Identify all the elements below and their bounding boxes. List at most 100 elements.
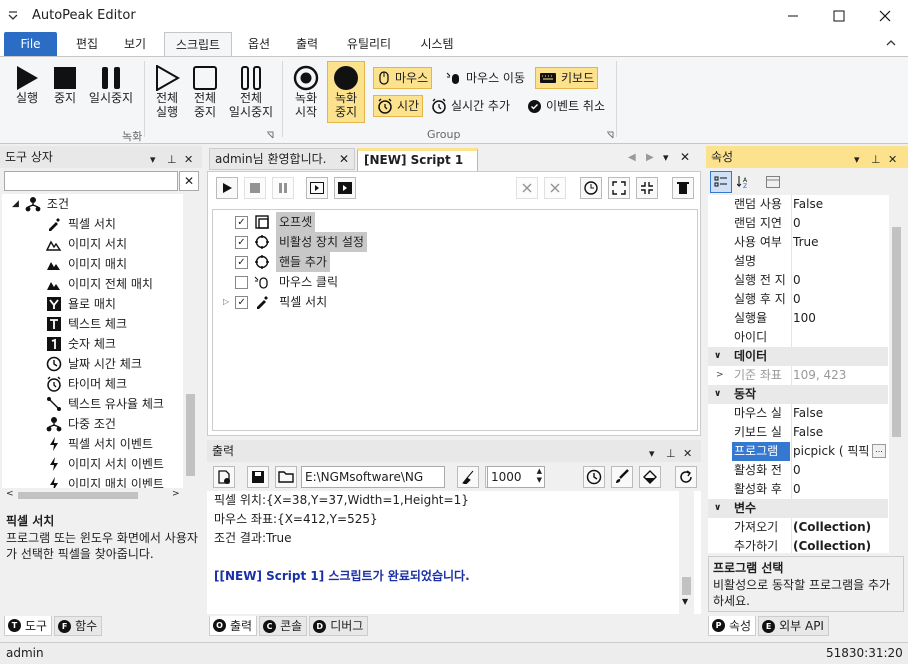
tree-item-datetime-check[interactable]: 날짜 시간 체크 — [46, 354, 142, 374]
property-row[interactable]: 가져오기 (Collection) — [708, 518, 888, 537]
pin-icon[interactable]: ⊥ — [871, 149, 881, 171]
horizontal-scrollbar[interactable]: < > — [2, 488, 198, 503]
property-row[interactable]: 키보드 실 False — [708, 423, 888, 442]
expand-button[interactable] — [608, 177, 630, 199]
vertical-scrollbar[interactable]: ▼ — [679, 491, 694, 614]
tab-utility[interactable]: 유틸리티 — [336, 32, 402, 56]
dropdown-icon[interactable]: ▾ — [150, 149, 156, 171]
property-value[interactable]: 0 — [793, 480, 893, 499]
collapse-button[interactable] — [636, 177, 658, 199]
dialog-launcher-icon[interactable] — [606, 131, 614, 139]
tab-tools[interactable]: T 도구 — [4, 616, 53, 636]
tree-item-image-match[interactable]: 이미지 매치 — [46, 254, 127, 274]
checkbox-checked[interactable]: ✓ — [235, 255, 248, 269]
property-value[interactable]: 0 — [793, 214, 893, 233]
tab-external-api[interactable]: E 외부 API — [758, 616, 829, 636]
ellipsis-button[interactable]: ... — [872, 444, 886, 458]
tree-item-pixel-search-event[interactable]: 픽셀 서치 이벤트 — [46, 434, 153, 454]
script-node-add-handle[interactable]: ✓ 핸들 추가 — [235, 252, 330, 272]
tab-options[interactable]: 옵션 — [240, 32, 278, 56]
tree-item-timer-check[interactable]: 타이머 체크 — [46, 374, 127, 394]
close-button[interactable] — [862, 0, 908, 32]
stop-button[interactable]: 중지 — [48, 65, 82, 105]
tree-item-text-similarity[interactable]: 텍스트 유사율 체크 — [46, 394, 164, 414]
disabled-x-button[interactable] — [516, 177, 538, 199]
close-icon[interactable]: ✕ — [680, 150, 690, 164]
tree-item-number-check[interactable]: 숫자 체크 — [46, 334, 116, 354]
vertical-scrollbar[interactable] — [183, 194, 198, 488]
clear-output-button[interactable] — [213, 466, 235, 488]
property-category[interactable]: ∨ 데이터 — [708, 347, 888, 366]
collapse-chevron-icon[interactable]: ∨ — [714, 385, 721, 404]
property-value[interactable]: True — [793, 233, 893, 252]
output-path-input[interactable]: E:\NGMsoftware\NG — [301, 466, 445, 488]
checkbox-checked[interactable]: ✓ — [235, 295, 249, 309]
pause-all-button[interactable]: 전체 일시중지 — [226, 65, 276, 119]
mouse-move-button[interactable]: 마우스 이동 — [443, 67, 528, 89]
tab-file[interactable]: File — [4, 32, 57, 56]
line-count-stepper[interactable]: 1000 ▲ ▼ — [487, 466, 545, 488]
close-icon[interactable]: ✕ — [339, 149, 349, 169]
vertical-scrollbar[interactable] — [889, 195, 904, 553]
property-category[interactable]: ∨ 변수 — [708, 499, 888, 518]
scroll-right-icon[interactable]: ▶ — [646, 152, 654, 163]
property-row[interactable]: 추가하기 (Collection) — [708, 537, 888, 553]
checkbox-unchecked[interactable] — [235, 275, 248, 289]
property-value[interactable]: 0 — [793, 290, 893, 309]
categorized-button[interactable] — [710, 171, 732, 193]
doc-tab-welcome[interactable]: admin님 환영합니다. ✕ — [209, 148, 355, 170]
disabled-x-button-2[interactable] — [544, 177, 566, 199]
toolbox-search-input[interactable] — [4, 171, 178, 191]
property-value[interactable]: 0 — [793, 461, 893, 480]
collapse-ribbon-icon[interactable] — [886, 39, 896, 47]
property-value[interactable]: (Collection) — [793, 518, 893, 537]
tree-item-image-search[interactable]: 이미지 서치 — [46, 234, 127, 254]
property-value[interactable]: picpick ( 픽픽 — [793, 442, 871, 461]
property-row[interactable]: 프로그램 picpick ( 픽픽... — [708, 442, 888, 461]
property-row[interactable]: 실행 후 지0 — [708, 290, 888, 309]
tab-system[interactable]: 시스템 — [410, 32, 464, 56]
collapse-chevron-icon[interactable]: ∨ — [714, 499, 721, 518]
property-value[interactable]: 109, 423 — [793, 366, 893, 385]
tab-console[interactable]: C 콘솔 — [259, 616, 308, 636]
property-row[interactable]: 아이디 — [708, 328, 888, 347]
minimize-button[interactable] — [770, 0, 816, 32]
property-row[interactable]: 사용 여부 True — [708, 233, 888, 252]
save-output-button[interactable] — [247, 466, 269, 488]
fill-button[interactable] — [639, 466, 661, 488]
script-node-pixel-search[interactable]: ▷ ✓ 픽셀 서치 — [223, 292, 330, 312]
tab-output[interactable]: 출력 — [288, 32, 326, 56]
tab-edit[interactable]: 편집 — [66, 32, 108, 56]
refresh-button[interactable] — [675, 466, 697, 488]
tab-view[interactable]: 보기 — [114, 32, 156, 56]
property-row[interactable]: 활성화 후0 — [708, 480, 888, 499]
time-button[interactable] — [583, 466, 605, 488]
tree-item-image-full-match[interactable]: 이미지 전체 매치 — [46, 274, 153, 294]
pin-icon[interactable]: ⊥ — [666, 443, 676, 465]
play-all-button[interactable]: 전체 실행 — [148, 65, 186, 119]
realtime-add-button[interactable]: 실시간 추가 — [428, 95, 513, 117]
clean-button[interactable] — [457, 466, 479, 488]
expand-chevron-icon[interactable]: > — [716, 366, 724, 385]
keyboard-record-button[interactable]: 키보드 — [535, 67, 599, 89]
property-row[interactable]: 랜덤 사용 False — [708, 195, 888, 214]
tree-item-text-check[interactable]: 텍스트 체크 — [46, 314, 127, 334]
dropdown-icon[interactable]: ▾ — [854, 149, 860, 171]
scroll-thumb[interactable] — [682, 577, 691, 595]
tab-script[interactable]: 스크립트 — [164, 32, 232, 57]
tab-output[interactable]: O 출력 — [209, 616, 258, 636]
dropdown-icon[interactable]: ▾ — [649, 443, 655, 465]
scroll-left-icon[interactable]: ◀ — [628, 152, 636, 163]
tree-item-yolo-match[interactable]: 욜로 매치 — [46, 294, 116, 314]
property-value[interactable]: 0 — [793, 271, 893, 290]
record-stop-button[interactable]: 녹화 중지 — [327, 61, 365, 123]
clear-search-button[interactable]: ✕ — [179, 171, 199, 191]
close-icon[interactable]: ✕ — [888, 149, 897, 171]
property-row[interactable]: 랜덤 지연 0 — [708, 214, 888, 233]
step-run-button[interactable] — [334, 177, 356, 199]
property-category[interactable]: ∨ 동작 — [708, 385, 888, 404]
close-icon[interactable]: ✕ — [184, 149, 193, 171]
property-value[interactable]: False — [793, 423, 893, 442]
record-start-button[interactable]: 녹화 시작 — [288, 65, 324, 119]
time-record-button[interactable]: 시간 — [373, 95, 424, 117]
